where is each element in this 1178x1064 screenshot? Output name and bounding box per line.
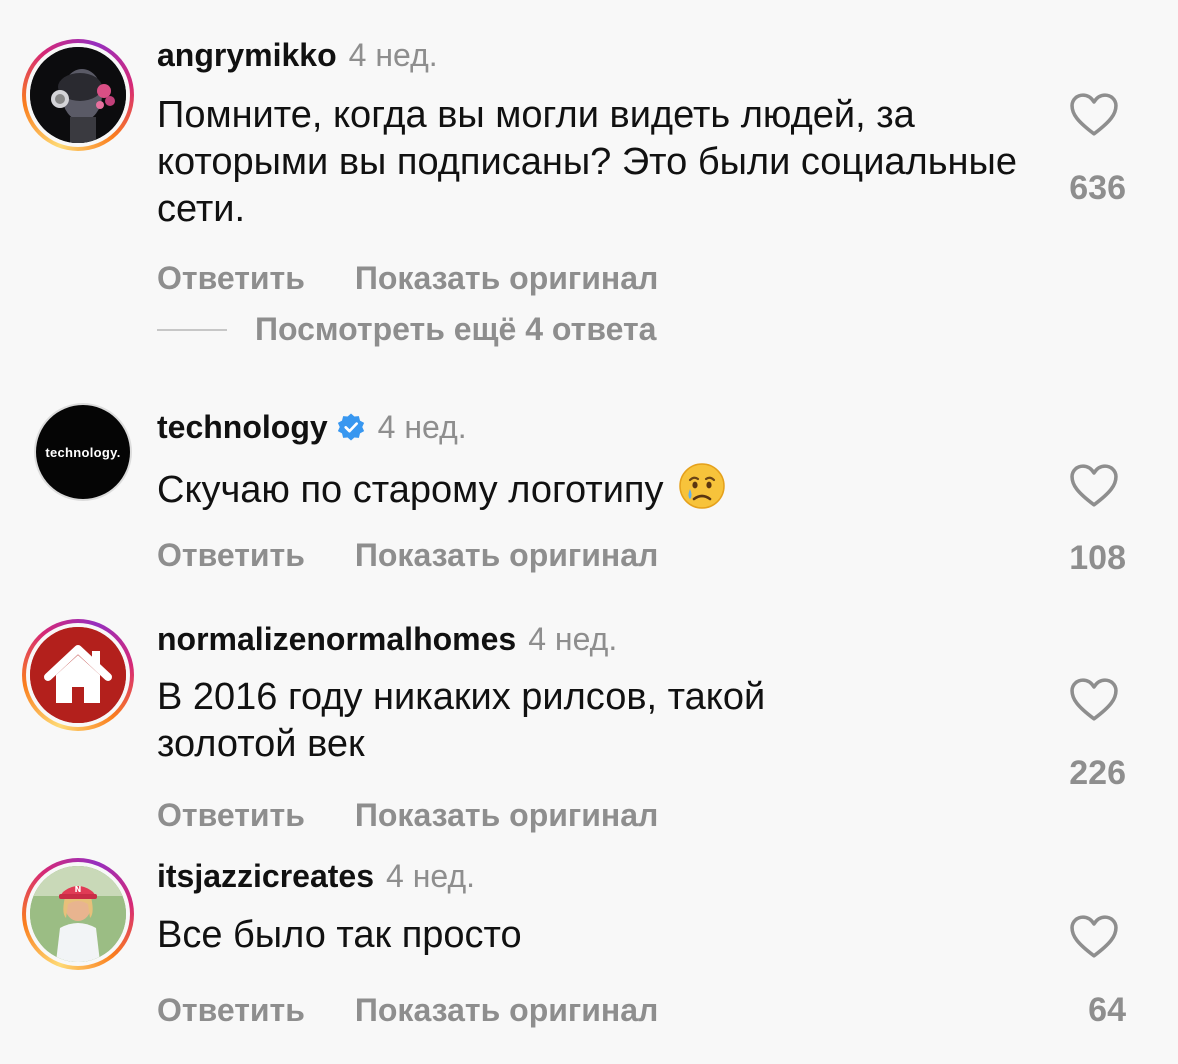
house-icon bbox=[30, 627, 126, 723]
avatar[interactable] bbox=[22, 619, 134, 731]
avatar[interactable]: N bbox=[22, 858, 134, 970]
divider bbox=[157, 328, 227, 331]
username[interactable]: angrymikko bbox=[157, 35, 337, 75]
username[interactable]: normalizenormalhomes bbox=[157, 619, 516, 659]
avatar-image bbox=[30, 47, 126, 143]
crying-face-icon bbox=[678, 462, 726, 522]
like-heart-icon[interactable] bbox=[1068, 914, 1120, 960]
show-original-button[interactable]: Показать оригинал bbox=[355, 258, 658, 298]
like-count: 226 bbox=[1069, 754, 1126, 792]
comment-text: Скучаю по старому логотипу bbox=[157, 469, 664, 512]
view-replies-button[interactable]: Посмотреть ещё 4 ответа bbox=[157, 311, 656, 348]
svg-text:N: N bbox=[75, 885, 82, 894]
like-count: 636 bbox=[1069, 169, 1126, 207]
reply-button[interactable]: Ответить bbox=[157, 258, 305, 298]
timestamp: 4 нед. bbox=[386, 858, 476, 894]
comment-text: В 2016 году никаких рилсов, такой золото… bbox=[157, 676, 766, 765]
avatar-logo-text: technology. bbox=[45, 444, 121, 460]
avatar[interactable] bbox=[22, 39, 134, 151]
comment-text: Все было так просто bbox=[157, 914, 522, 956]
show-original-button[interactable]: Показать оригинал bbox=[355, 535, 658, 575]
timestamp: 4 нед. bbox=[377, 409, 467, 445]
comment-text: Помните, когда вы могли видеть людей, за… bbox=[157, 94, 1017, 230]
like-heart-icon[interactable] bbox=[1068, 677, 1120, 723]
verified-badge-icon bbox=[336, 412, 366, 442]
reply-button[interactable]: Ответить bbox=[157, 990, 305, 1030]
reply-button[interactable]: Ответить bbox=[157, 535, 305, 575]
avatar[interactable]: technology. bbox=[34, 403, 132, 501]
username[interactable]: itsjazzicreates bbox=[157, 856, 374, 896]
view-replies-label: Посмотреть ещё 4 ответа bbox=[255, 311, 657, 347]
username[interactable]: technology bbox=[157, 407, 328, 447]
like-count: 108 bbox=[1069, 539, 1126, 577]
show-original-button[interactable]: Показать оригинал bbox=[355, 795, 658, 835]
like-heart-icon[interactable] bbox=[1068, 92, 1120, 138]
avatar-image: N bbox=[30, 866, 126, 962]
reply-button[interactable]: Ответить bbox=[157, 795, 305, 835]
timestamp: 4 нед. bbox=[528, 621, 618, 657]
avatar-image: technology. bbox=[36, 405, 130, 499]
show-original-button[interactable]: Показать оригинал bbox=[355, 990, 658, 1030]
timestamp: 4 нед. bbox=[348, 37, 438, 73]
like-count: 64 bbox=[1088, 991, 1126, 1029]
like-heart-icon[interactable] bbox=[1068, 463, 1120, 509]
avatar-image bbox=[30, 627, 126, 723]
